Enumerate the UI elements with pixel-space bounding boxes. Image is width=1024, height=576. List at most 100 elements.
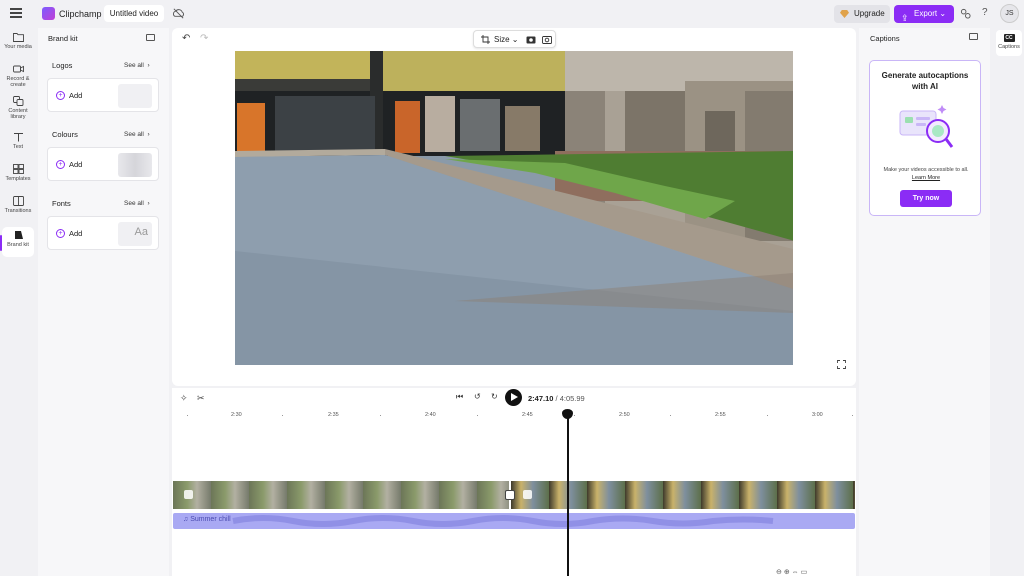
nav-label: Templates [5,176,31,182]
timeline-settings-icon[interactable]: ▭ [801,569,808,576]
project-title-input[interactable]: Untitled video [104,5,164,22]
redo-icon[interactable]: ↷ [200,33,208,44]
camera-settings-icon[interactable] [542,35,552,44]
autocaptions-description: Make your videos accessible to all. [883,167,969,173]
nav-label: Text [12,144,24,150]
magic-tools-icon[interactable]: ✧ [180,393,188,404]
skip-back-icon[interactable]: ⏮ [456,392,463,402]
camera-icon [12,65,24,73]
nav-label: Brand kit [7,242,29,248]
see-all-label: See all [124,131,144,138]
section-colours-label: Colours [52,130,78,139]
logos-see-all-link[interactable]: See all › [124,62,150,69]
preview-toolbar: Size ⌄ [473,30,556,48]
nav-item-your-media[interactable]: Your media [2,32,34,50]
help-button[interactable]: ? [982,7,988,18]
ruler-tick: 2:35 [328,412,339,418]
templates-icon [12,164,24,174]
chevron-right-icon: › [145,131,150,138]
ruler-tick: 2:40 [425,412,436,418]
export-button[interactable]: ⇪ Export ⌄ [894,5,954,23]
nav-item-transitions[interactable]: Transitions [2,196,34,214]
mute-clip-2-icon[interactable] [523,490,532,499]
nav-label: Transitions [4,208,32,214]
nav-item-content-library[interactable]: Content library [2,96,34,120]
ruler-tick: 2:45 [522,412,533,418]
see-all-label: See all [124,62,144,69]
zoom-out-icon[interactable]: ⊖ [776,569,782,576]
nav-label: Your media [4,44,32,50]
cloud-sync-off-icon[interactable] [172,7,185,20]
ruler-tick: 2:50 [619,412,630,418]
add-colour-button[interactable]: + Add [47,147,159,181]
play-button[interactable] [505,389,522,406]
video-frame-image [235,51,793,365]
ruler-tick: 2:30 [231,412,242,418]
section-fonts-label: Fonts [52,199,71,208]
timecode: 2:47.10 / 4:05.99 [528,394,585,403]
total-time: 4:05.99 [559,394,585,403]
mute-clip-1-icon[interactable] [184,490,193,499]
nav-item-templates[interactable]: Templates [2,164,34,182]
transition-icon[interactable] [505,490,515,500]
fonts-see-all-link[interactable]: See all › [124,200,150,207]
chevron-down-icon: ⌄ [939,9,947,18]
audio-clip[interactable]: ♫ Summer chill [173,513,855,529]
colours-see-all-link[interactable]: See all › [124,131,150,138]
captions-panel: Captions Generate autocaptions with AI M… [859,28,990,576]
video-clip-1[interactable] [173,481,509,509]
fullscreen-icon[interactable] [837,360,846,369]
menu-icon[interactable] [10,8,22,18]
plus-icon: + [56,91,65,100]
upload-icon: ⇪ [901,13,909,23]
clipchamp-logo-icon [42,7,55,20]
nav-label: Content library [8,108,28,120]
playhead-line[interactable] [567,414,569,576]
crop-icon [481,35,490,44]
left-nav: Your media Record & create Content libra… [0,28,36,576]
captions-tab-label: Captions [998,44,1020,50]
panel-title: Brand kit [48,34,78,43]
text-icon [13,133,23,142]
top-bar: Clipchamp Untitled video Upgrade ⇪ Export… [0,0,1024,28]
brand-kit-icon [14,231,23,239]
current-time: 2:47.10 [528,394,554,403]
try-now-button[interactable]: Try now [900,190,952,207]
share-icon[interactable] [960,8,971,19]
right-rail: CC Captions [993,28,1024,576]
chevron-right-icon: › [145,62,150,69]
nav-label: Record & create [6,76,30,88]
collapse-panel-icon[interactable] [969,33,978,40]
nav-item-text[interactable]: Text [2,132,34,150]
video-clip-2[interactable] [511,481,855,509]
nav-item-record-create[interactable]: Record & create [2,64,34,88]
app-name: Clipchamp [59,9,102,19]
logo-placeholder-icon [118,84,152,108]
see-all-label: See all [124,200,144,207]
fit-timeline-icon[interactable]: ⇔ [792,569,799,576]
rewind-5s-icon[interactable]: ↺ [474,392,481,401]
avatar[interactable]: JS [1000,4,1019,23]
timeline-ruler[interactable]: 2:30 2:35 2:40 2:45 2:50 2:55 3:00 [172,410,856,420]
forward-5s-icon[interactable]: ↻ [491,392,498,401]
nav-item-brand-kit[interactable]: Brand kit [2,227,34,257]
undo-icon[interactable]: ↶ [182,33,190,44]
closed-captions-icon: CC [1003,34,1015,42]
add-font-button[interactable]: + Add Aa [47,216,159,250]
zoom-in-icon[interactable]: ⊕ [784,569,790,576]
audio-clip-label: ♫ Summer chill [183,516,231,523]
video-preview[interactable] [235,51,793,365]
collapse-panel-icon[interactable] [146,34,155,41]
split-scissors-icon[interactable]: ✂ [197,393,205,404]
add-label: Add [69,91,83,100]
camera-effect-icon[interactable] [526,35,536,44]
size-dropdown[interactable]: Size ⌄ [494,35,519,44]
folder-icon [12,33,24,42]
captions-tab[interactable]: CC Captions [996,30,1022,56]
learn-more-link[interactable]: Learn More [870,175,982,181]
colour-placeholder-icon [118,153,152,177]
library-icon [12,96,23,106]
add-logo-button[interactable]: + Add [47,78,159,112]
upgrade-button[interactable]: Upgrade [834,5,890,23]
ruler-tick: 3:00 [812,412,823,418]
